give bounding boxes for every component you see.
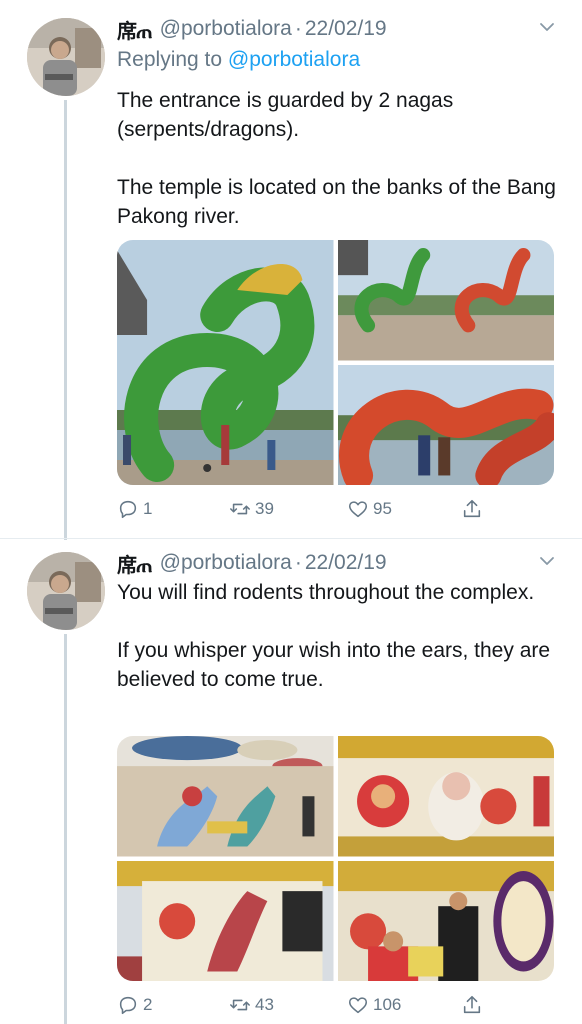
tweet-date[interactable]: 22/02/19 [305,551,387,575]
share-button[interactable] [461,498,487,520]
tweet-text: The entrance is guarded by 2 nagas (serp… [117,86,557,231]
heart-icon [348,997,368,1014]
chevron-down-icon[interactable] [538,552,556,570]
reply-count: 1 [143,499,153,518]
tweet-paragraph: The temple is located on the banks of th… [117,176,556,228]
tweet[interactable]: 席ጠ @porbotialora · 22/02/19 You will fin… [0,534,582,1024]
retweet-count: 39 [255,499,274,518]
heart-icon [348,501,368,518]
reply-mention-link[interactable]: @porbotialora [228,48,360,71]
tweet-header: 席ጠ @porbotialora · 22/02/19 [117,548,387,578]
media-photo[interactable] [337,736,554,857]
like-count: 106 [373,995,402,1014]
media-photo[interactable] [337,860,554,981]
media-grid[interactable] [117,736,554,981]
display-name[interactable]: 席ጠ [117,549,153,578]
share-button[interactable] [461,994,487,1016]
retweet-icon [230,999,250,1011]
reply-button[interactable]: 1 [117,498,152,520]
user-handle[interactable]: @porbotialora [160,17,292,41]
separator-dot: · [294,17,302,40]
reply-icon [119,996,137,1015]
reply-icon [119,500,137,519]
like-button[interactable]: 106 [347,994,401,1016]
retweet-button[interactable]: 43 [229,994,274,1016]
reply-button[interactable]: 2 [117,994,152,1016]
tweet-header: 席ጠ @porbotialora · 22/02/19 [117,14,387,44]
retweet-count: 43 [255,995,274,1014]
chevron-down-icon[interactable] [538,18,556,36]
tweet-paragraph: The entrance is guarded by 2 nagas (serp… [117,89,454,141]
retweet-button[interactable]: 39 [229,498,274,520]
tweet-actions: 2 43 106 [117,994,557,1022]
media-grid[interactable] [117,240,554,485]
reply-count: 2 [143,995,153,1014]
retweet-icon [230,503,250,515]
tweet-paragraph: You will find rodents throughout the com… [117,581,535,604]
tweet[interactable]: 席ጠ @porbotialora · 22/02/19 Replying to … [0,0,582,540]
replying-to-label: Replying to [117,48,223,71]
share-icon [463,499,481,518]
media-photo[interactable] [117,240,334,485]
user-handle[interactable]: @porbotialora [160,551,292,575]
tweet-text: You will find rodents throughout the com… [117,578,557,694]
tweet-date[interactable]: 22/02/19 [305,17,387,41]
avatar[interactable] [27,552,105,630]
media-photo[interactable] [337,364,554,485]
share-icon [463,995,481,1014]
media-photo[interactable] [117,736,334,857]
tweet-actions: 1 39 95 [117,498,557,526]
like-button[interactable]: 95 [347,498,392,520]
display-name[interactable]: 席ጠ [117,15,153,44]
replying-to: Replying to @porbotialora [117,48,360,72]
like-count: 95 [373,499,392,518]
media-photo[interactable] [337,240,554,361]
tweet-paragraph: If you whisper your wish into the ears, … [117,639,551,691]
avatar[interactable] [27,18,105,96]
media-photo[interactable] [117,860,334,981]
separator-dot: · [294,551,302,574]
